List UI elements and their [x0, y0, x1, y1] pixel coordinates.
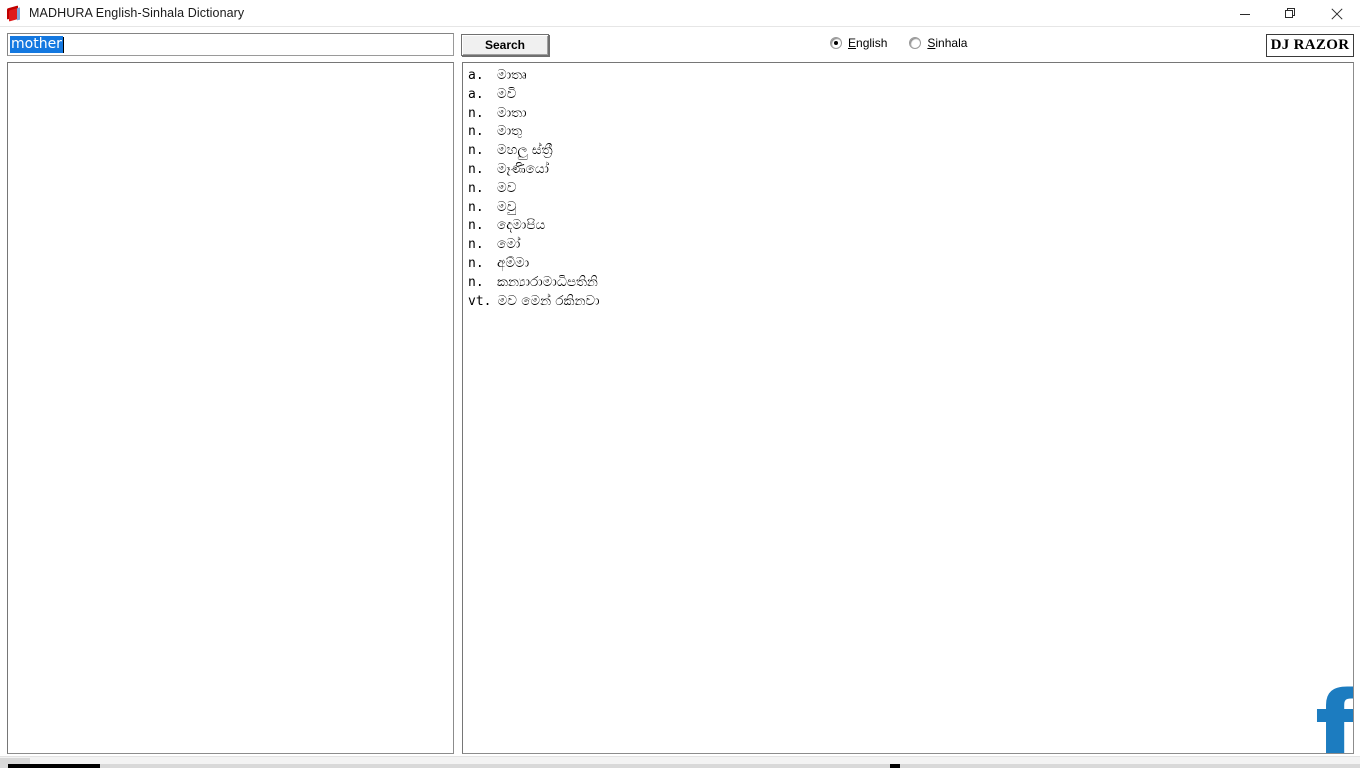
part-of-speech: n.: [468, 199, 484, 215]
search-button[interactable]: Search: [461, 34, 549, 56]
part-of-speech: vt.: [468, 293, 492, 309]
definition-term: මාතු: [497, 123, 523, 140]
result-row[interactable]: n. මාතා: [465, 104, 1353, 123]
filekoka-watermark: filek ka: [1315, 641, 1354, 754]
close-button[interactable]: [1314, 0, 1360, 27]
definition-term: මව: [497, 179, 517, 196]
definition-term: මවි: [497, 85, 517, 102]
result-row[interactable]: n. මෑණියෝ: [465, 160, 1353, 179]
part-of-speech: a.: [468, 86, 484, 102]
definition-term: කන්‍යාරාමාධිපතිනි: [497, 273, 598, 290]
desktop-edge: [0, 764, 1360, 768]
svg-text:filek: filek: [1315, 669, 1354, 754]
part-of-speech: n.: [468, 255, 484, 271]
result-row[interactable]: n. අම්මා: [465, 254, 1353, 273]
result-row[interactable]: n. මාතු: [465, 122, 1353, 141]
result-row[interactable]: n. මවු: [465, 198, 1353, 217]
result-row[interactable]: a. මවි: [465, 85, 1353, 104]
definition-term: මව මෙන් රකිනවා: [497, 292, 600, 309]
radio-sinhala-indicator: [909, 37, 922, 49]
search-input-value: mother: [10, 36, 63, 53]
radio-sinhala-label: Sinhala: [927, 36, 968, 50]
minimize-button[interactable]: [1222, 0, 1268, 27]
window-title: MADHURA English-Sinhala Dictionary: [29, 6, 245, 20]
part-of-speech: n.: [468, 218, 484, 234]
radio-english-indicator: [830, 37, 842, 49]
definition-term: අම්මා: [497, 254, 530, 271]
result-row[interactable]: a. මාතෘ: [465, 66, 1353, 85]
part-of-speech: n.: [468, 274, 484, 290]
radio-english[interactable]: English: [830, 36, 887, 50]
radio-english-label: English: [848, 36, 888, 50]
red-book-icon: [6, 5, 22, 22]
result-row[interactable]: n. මව: [465, 179, 1353, 198]
radio-sinhala[interactable]: Sinhala: [909, 36, 967, 50]
dj-razor-badge: DJ RAZOR: [1266, 34, 1354, 57]
part-of-speech: n.: [468, 237, 484, 253]
part-of-speech: n.: [468, 161, 484, 177]
definition-term: දෙමාපිය: [497, 217, 546, 234]
result-row[interactable]: n. දෙමාපිය: [465, 216, 1353, 235]
title-bar: MADHURA English-Sinhala Dictionary: [0, 0, 1360, 27]
part-of-speech: n.: [468, 105, 484, 121]
part-of-speech: n.: [468, 180, 484, 196]
definitions-panel[interactable]: a. මාතෘ a. මවි n. මාතා n. මාතු n. මහලු ස්ත්‍රී n. ම…: [462, 62, 1354, 754]
part-of-speech: n.: [468, 143, 484, 159]
result-row[interactable]: n. මහලු ස්ත්‍රී: [465, 141, 1353, 160]
part-of-speech: n.: [468, 124, 484, 140]
search-input[interactable]: mother: [7, 33, 454, 56]
window-controls: [1222, 0, 1360, 27]
part-of-speech: a.: [468, 68, 484, 83]
restore-button[interactable]: [1268, 0, 1314, 27]
application-window: MADHURA English-Sinhala Dictionary mothe…: [0, 0, 1360, 768]
language-radio-group: English Sinhala: [830, 36, 967, 50]
definition-term: මහලු ස්ත්‍රී: [497, 142, 553, 159]
definition-term: මාතෘ: [497, 67, 527, 83]
definition-term: මාතා: [497, 104, 527, 121]
definitions-list: a. මාතෘ a. මවි n. මාතා n. මාතු n. මහලු ස්ත්‍රී n. ම…: [463, 63, 1353, 310]
definition-term: මවු: [497, 198, 517, 215]
result-row[interactable]: n. කන්‍යාරාමාධිපතිනි: [465, 273, 1353, 292]
toolbar: mother: [0, 27, 1360, 60]
result-row[interactable]: n. මෝ: [465, 235, 1353, 254]
text-caret: [62, 36, 64, 53]
word-list-panel[interactable]: [7, 62, 454, 754]
result-row[interactable]: vt. මව මෙන් රකිනවා: [465, 292, 1353, 311]
definition-term: මෝ: [497, 236, 521, 253]
definition-term: මෑණියෝ: [497, 160, 549, 177]
